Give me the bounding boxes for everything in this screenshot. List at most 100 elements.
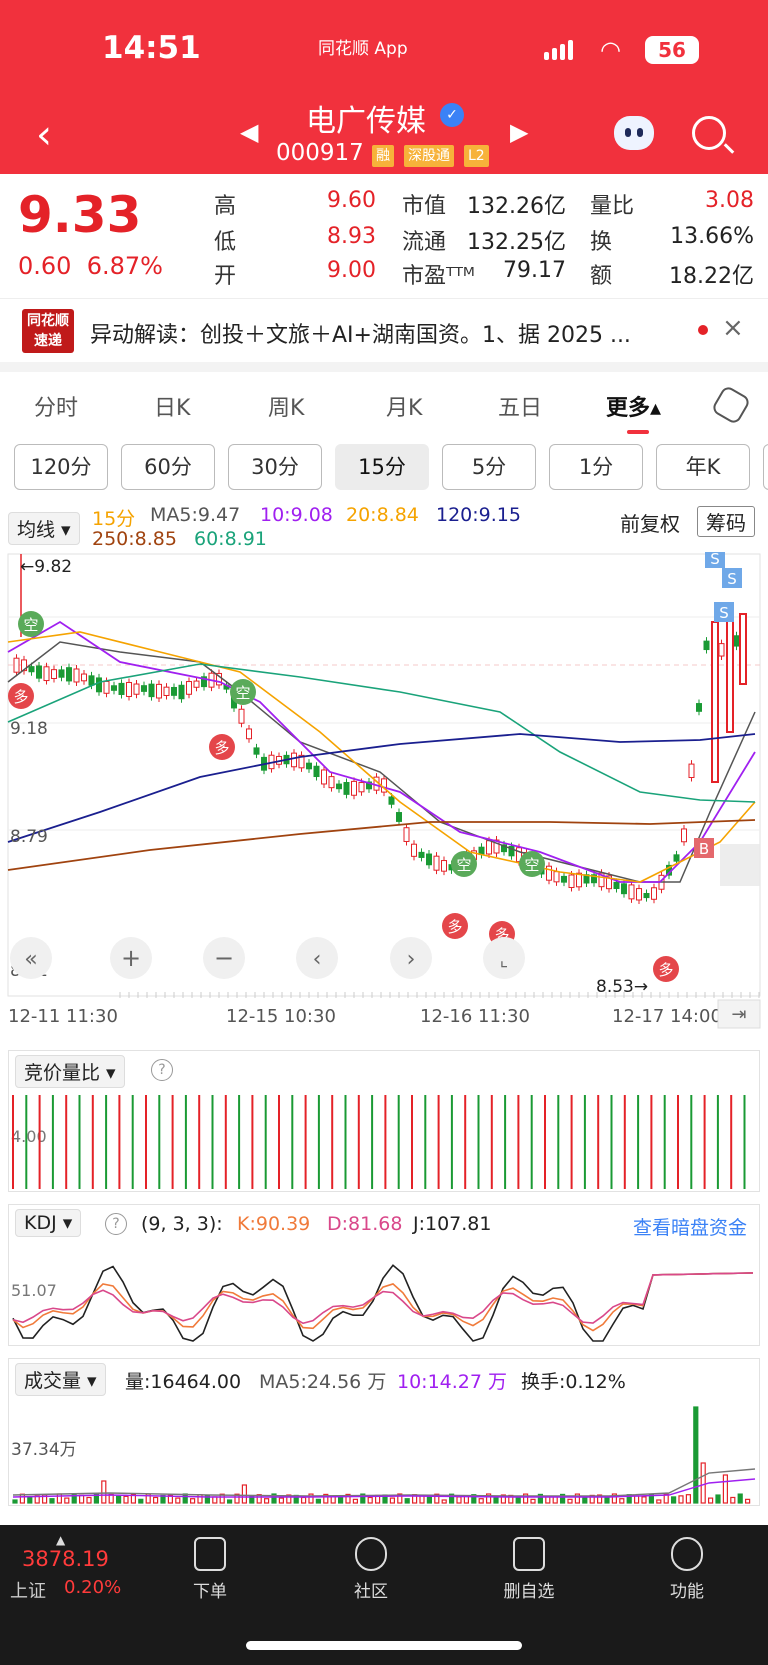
search-icon[interactable] bbox=[692, 116, 726, 150]
tab-weekly-k[interactable]: 周K bbox=[268, 390, 304, 422]
volume-bar bbox=[744, 1498, 751, 1504]
period-year-k[interactable]: 年K bbox=[656, 444, 750, 490]
candle-body bbox=[118, 682, 125, 695]
prev-stock-icon[interactable]: ◀ bbox=[240, 118, 258, 146]
svg-text:S: S bbox=[719, 604, 729, 622]
volume-bars bbox=[12, 1406, 756, 1504]
zoom-in-icon[interactable]: + bbox=[110, 937, 152, 979]
help-icon[interactable]: ? bbox=[151, 1059, 173, 1081]
volume-bar bbox=[641, 1496, 647, 1504]
short-signal-icon: 空 bbox=[451, 851, 477, 877]
svg-text:多: 多 bbox=[214, 739, 229, 757]
volume-bar bbox=[367, 1496, 373, 1504]
tab-daily-k[interactable]: 日K bbox=[154, 390, 190, 422]
auction-selector[interactable]: 竞价量比 ▾ bbox=[15, 1055, 125, 1088]
settings-icon[interactable] bbox=[710, 384, 752, 426]
back-icon[interactable]: ‹ bbox=[36, 112, 52, 158]
order-icon bbox=[194, 1537, 226, 1571]
candle-body bbox=[148, 683, 155, 698]
quote-value: 132.25亿 bbox=[467, 230, 566, 255]
volume-bar bbox=[197, 1494, 203, 1504]
functions-icon bbox=[671, 1537, 703, 1571]
svg-text:多: 多 bbox=[13, 688, 28, 706]
volume-bar bbox=[685, 1494, 692, 1504]
svg-text:多: 多 bbox=[658, 961, 673, 979]
volume-bar bbox=[49, 1498, 55, 1504]
ma60-value: 60:8.91 bbox=[194, 528, 267, 550]
period-120m[interactable]: 120分 bbox=[14, 444, 108, 490]
volume-bar bbox=[426, 1496, 432, 1504]
chips-button[interactable]: 筹码 bbox=[697, 506, 755, 537]
candle-body bbox=[13, 657, 20, 673]
adjust-mode[interactable]: 前复权 bbox=[620, 508, 680, 537]
assistant-robot-icon[interactable] bbox=[614, 116, 654, 150]
help-icon[interactable]: ? bbox=[105, 1213, 127, 1235]
tab-intraday[interactable]: 分时 bbox=[34, 390, 78, 422]
quote-value: 9.60 bbox=[327, 188, 376, 213]
candle-body bbox=[36, 665, 42, 679]
volume-bar bbox=[670, 1496, 677, 1504]
candle-body bbox=[711, 621, 719, 783]
kdj-selector[interactable]: KDJ ▾ bbox=[15, 1209, 82, 1237]
indicator-selector[interactable]: 均线 ▾ bbox=[8, 512, 80, 545]
next-stock-icon[interactable]: ▶ bbox=[510, 118, 528, 146]
quote-value: 79.17 bbox=[503, 258, 566, 283]
remove-watchlist-icon bbox=[513, 1537, 545, 1571]
candle-body bbox=[43, 666, 50, 682]
volume-selector[interactable]: 成交量 ▾ bbox=[15, 1363, 106, 1396]
candle-body bbox=[613, 881, 620, 889]
period-5m[interactable]: 5分 bbox=[442, 444, 536, 490]
news-ticker[interactable]: 同花顺 速递 异动解读：创投＋文旅＋AI+湖南国资。1、据 2025 ... × bbox=[0, 298, 768, 362]
tab-monthly-k[interactable]: 月K bbox=[386, 390, 422, 422]
volume-ma5: MA5:24.56 万 bbox=[259, 1371, 387, 1393]
quote-key: 开 bbox=[214, 264, 237, 289]
nav-order[interactable]: 下单 bbox=[165, 1537, 255, 1602]
volume-bar bbox=[700, 1462, 706, 1504]
scroll-left-icon[interactable]: ‹ bbox=[296, 937, 338, 979]
candle-body bbox=[163, 686, 170, 696]
ma-period: 15分 bbox=[92, 508, 136, 530]
period-30m[interactable]: 30分 bbox=[228, 444, 322, 490]
fast-back-icon[interactable]: « bbox=[10, 937, 52, 979]
period-15m[interactable]: 15分 bbox=[335, 444, 429, 490]
volume-bar bbox=[86, 1496, 92, 1504]
zoom-out-icon[interactable]: − bbox=[203, 937, 245, 979]
kdj-lines bbox=[12, 1264, 754, 1342]
tab-more[interactable]: 更多▴ bbox=[606, 390, 661, 422]
candle-body bbox=[621, 883, 627, 895]
tab-five-day[interactable]: 五日 bbox=[498, 390, 542, 422]
close-icon[interactable]: × bbox=[722, 313, 744, 343]
fullscreen-icon[interactable]: ⌞ bbox=[483, 937, 525, 979]
buy-signal-icon: B bbox=[694, 838, 714, 858]
price-change: 0.60 6.87% bbox=[18, 252, 163, 280]
svg-text:⇥: ⇥ bbox=[731, 1004, 746, 1025]
kline-chart[interactable]: 空 多 空 多 空 空 多 多 多 S S S B 9.18 8.79 8.41… bbox=[0, 552, 768, 1030]
nav-functions[interactable]: 功能 bbox=[642, 1537, 732, 1602]
jump-latest-icon[interactable]: ⇥ bbox=[717, 999, 761, 1029]
scroll-right-icon[interactable]: › bbox=[390, 937, 432, 979]
candle-body bbox=[133, 683, 140, 695]
candle-body bbox=[628, 884, 635, 900]
ma-legend: 均线 ▾ 15分 MA5:9.47 10:9.08 20:8.84 120:9.… bbox=[0, 500, 768, 552]
header-bar: 14:51 同花顺 App ◠ 56 ‹ ◀ 电广传媒 ✓ ▶ 000917 融… bbox=[0, 0, 768, 174]
period-60m[interactable]: 60分 bbox=[121, 444, 215, 490]
dark-pool-link[interactable]: 查看暗盘资金 bbox=[633, 1213, 747, 1240]
quote-key: 高 bbox=[214, 194, 237, 219]
svg-text:⌞: ⌞ bbox=[500, 950, 508, 971]
period-1m[interactable]: 1分 bbox=[549, 444, 643, 490]
volume-bar bbox=[115, 1495, 122, 1504]
bottom-nav: ▲ 3878.19 上证 0.20% 下单 社区 删自选 功能 bbox=[0, 1525, 768, 1665]
nav-community[interactable]: 社区 bbox=[326, 1537, 416, 1602]
candle-body bbox=[643, 893, 650, 899]
volume-bar bbox=[730, 1496, 736, 1504]
candle-body bbox=[673, 854, 680, 862]
index-value[interactable]: 3878.19 bbox=[22, 1547, 109, 1571]
x-label: 12-11 11:30 bbox=[8, 1006, 118, 1027]
candle-body bbox=[696, 703, 702, 712]
candle-body bbox=[186, 681, 192, 695]
candle-body bbox=[28, 666, 35, 673]
candle-body bbox=[733, 635, 740, 647]
nav-remove-watchlist[interactable]: 删自选 bbox=[484, 1537, 574, 1602]
news-text[interactable]: 异动解读：创投＋文旅＋AI+湖南国资。1、据 2025 ... bbox=[90, 317, 670, 349]
candle-body bbox=[726, 611, 734, 733]
